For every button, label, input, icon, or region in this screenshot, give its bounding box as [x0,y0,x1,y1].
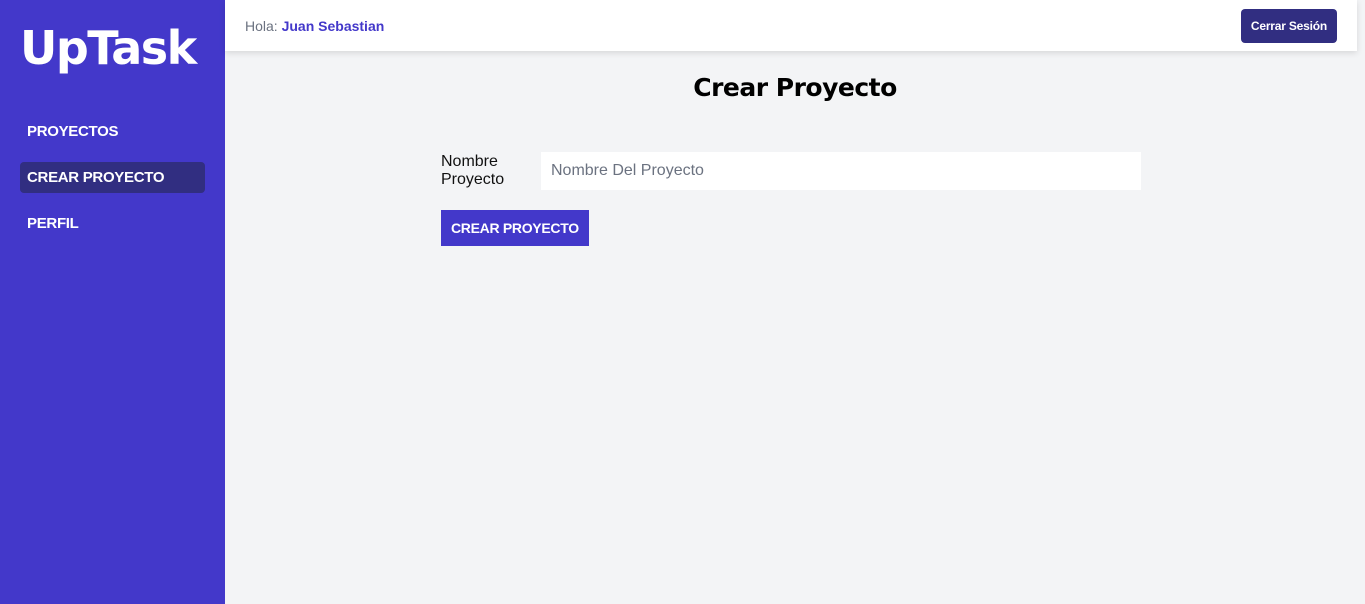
top-bar: Hola: Juan Sebastian Cerrar Sesión [225,0,1357,51]
logout-button[interactable]: Cerrar Sesión [1240,8,1337,43]
sidebar-item-proyectos[interactable]: PROYECTOS [20,116,205,147]
sidebar-item-perfil[interactable]: PERFIL [20,208,205,239]
content: Crear Proyecto Nombre Proyecto CREAR PRO… [225,51,1365,246]
page-title: Crear Proyecto [693,73,897,102]
app-root: UpTask PROYECTOS CREAR PROYECTO PERFIL H… [0,0,1365,604]
create-project-form: Nombre Proyecto CREAR PROYECTO [441,152,1141,246]
greeting-prefix: Hola: [245,17,278,34]
project-name-field: Nombre Proyecto [441,152,1141,190]
sidebar: UpTask PROYECTOS CREAR PROYECTO PERFIL [0,0,225,604]
app-logo[interactable]: UpTask [20,20,205,76]
sidebar-item-crear-proyecto[interactable]: CREAR PROYECTO [20,162,205,193]
sidebar-nav: PROYECTOS CREAR PROYECTO PERFIL [20,116,205,239]
main-area: Hola: Juan Sebastian Cerrar Sesión Crear… [225,0,1365,604]
greeting: Hola: Juan Sebastian [245,18,384,34]
project-name-input[interactable] [541,152,1141,190]
user-name: Juan Sebastian [281,17,385,34]
project-name-label: Nombre Proyecto [441,153,505,188]
create-project-button[interactable]: CREAR PROYECTO [441,210,589,246]
